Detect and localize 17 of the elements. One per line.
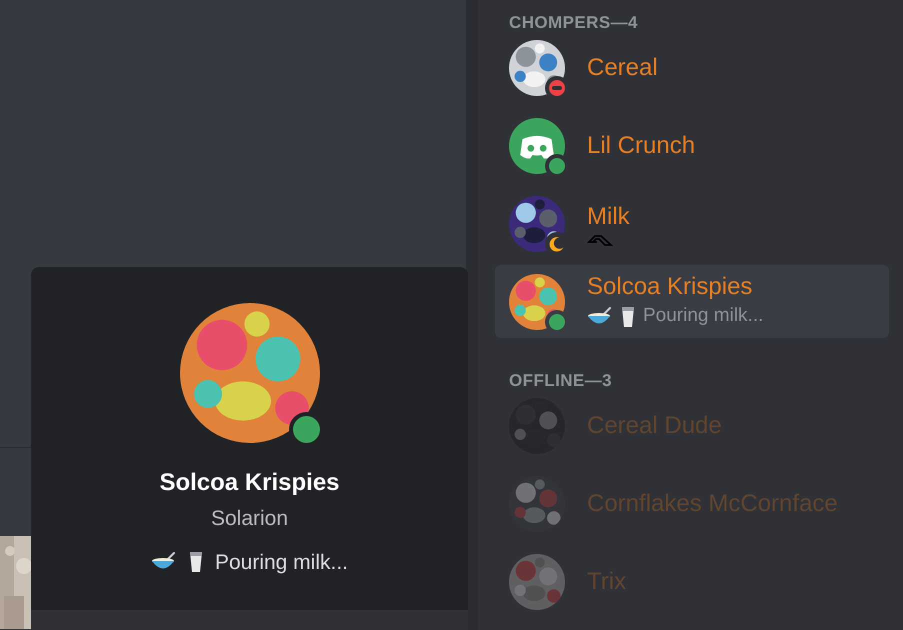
milk-glass-icon xyxy=(188,551,203,574)
member-item[interactable]: Lil Crunch xyxy=(495,109,889,182)
bowl-icon xyxy=(587,306,613,326)
member-item[interactable]: Milk xyxy=(495,187,889,260)
milk-glass-icon xyxy=(621,306,635,328)
member-item[interactable]: Solcoa Krispies Pouring milk... xyxy=(495,265,889,338)
username: Solarion xyxy=(210,506,288,532)
section-header: CHOMPERS—4 xyxy=(508,12,639,34)
member-name: Milk xyxy=(587,202,630,232)
member-name: Cereal xyxy=(587,52,658,82)
member-item[interactable]: Cereal xyxy=(495,31,889,104)
custom-status: Pouring milk... xyxy=(643,304,764,328)
section-header: OFFLINE—3 xyxy=(508,370,613,392)
custom-status: Pouring milk... xyxy=(214,550,348,576)
member-name: Solcoa Krispies xyxy=(587,272,754,302)
member-name: Lil Crunch xyxy=(587,130,696,160)
display-name: Solcoa Krispies xyxy=(159,468,340,498)
